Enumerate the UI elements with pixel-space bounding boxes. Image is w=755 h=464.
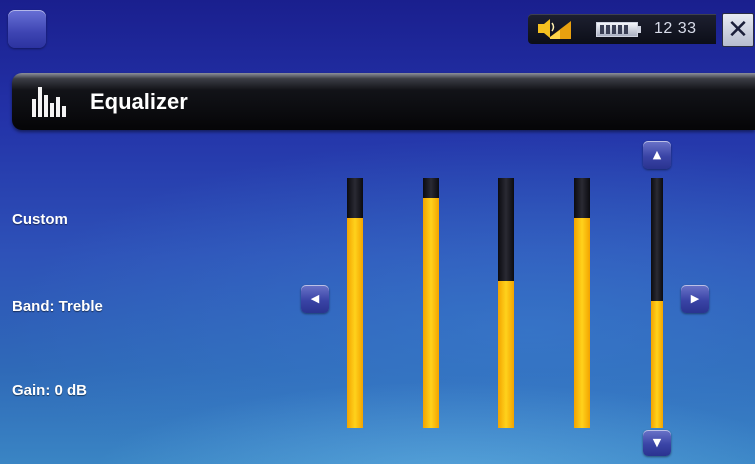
close-icon: ✕ xyxy=(727,15,749,45)
next-band-button[interactable]: ▶ xyxy=(681,285,709,313)
close-button[interactable]: ✕ xyxy=(722,13,754,47)
arrow-down-icon: ▼ xyxy=(652,436,662,449)
clock: 12 33 xyxy=(654,20,697,37)
status-panel: 12 33 xyxy=(528,14,716,44)
band-slider-4[interactable] xyxy=(574,178,590,428)
page-title: Equalizer xyxy=(90,89,188,114)
band-slider-5[interactable] xyxy=(649,178,665,428)
band-level xyxy=(498,280,514,428)
arrow-right-icon: ▶ xyxy=(690,292,700,305)
band-level xyxy=(347,218,363,428)
home-button[interactable] xyxy=(8,10,46,48)
gain-up-button[interactable]: ▲ xyxy=(643,141,671,169)
arrow-up-icon: ▲ xyxy=(652,148,662,161)
band-level xyxy=(574,218,590,428)
arrow-left-icon: ◀ xyxy=(310,292,320,305)
gain-label: Gain: 0 dB xyxy=(12,382,88,399)
volume-speaker-icon xyxy=(538,19,571,39)
band-label: Band: Treble xyxy=(12,298,103,315)
band-slider-1[interactable] xyxy=(347,178,363,428)
preset-label: Custom xyxy=(12,211,68,228)
previous-band-button[interactable]: ◀ xyxy=(301,285,329,313)
band-slider-3[interactable] xyxy=(498,178,514,428)
battery-icon xyxy=(596,22,641,37)
equalizer-icon xyxy=(32,87,66,117)
title-bar: Equalizer xyxy=(12,73,755,130)
band-slider-2[interactable] xyxy=(423,178,439,428)
band-level xyxy=(651,300,663,428)
gain-down-button[interactable]: ▼ xyxy=(643,430,671,456)
band-level xyxy=(423,198,439,428)
